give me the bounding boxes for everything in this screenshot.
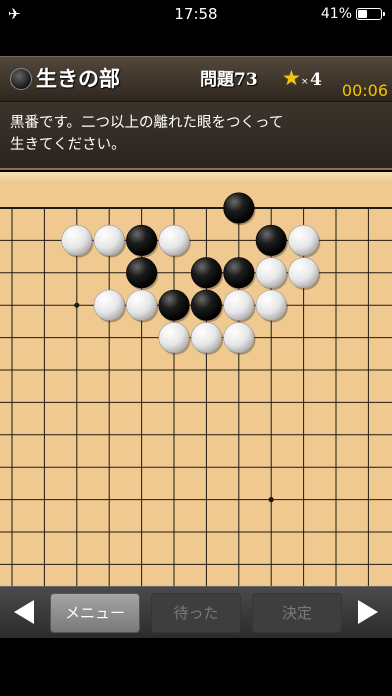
bottom-spacer bbox=[0, 638, 392, 696]
star-multiplier: × bbox=[301, 77, 309, 87]
white-stone bbox=[190, 322, 222, 354]
white-stone bbox=[93, 289, 125, 321]
go-board-grid[interactable] bbox=[0, 172, 392, 586]
status-bar: ✈ 17:58 41% bbox=[0, 0, 392, 28]
white-stone bbox=[158, 224, 190, 256]
battery-icon bbox=[356, 8, 385, 20]
black-stone-icon bbox=[10, 68, 32, 90]
black-stone bbox=[158, 289, 190, 321]
elapsed-timer: 00:06 bbox=[341, 81, 388, 100]
white-stone bbox=[223, 322, 255, 354]
problem-header: 生きの部 問題73 ★ × 4 00:06 bbox=[0, 56, 392, 102]
white-stone bbox=[126, 289, 158, 321]
go-board[interactable] bbox=[0, 172, 392, 586]
white-stone bbox=[288, 257, 320, 289]
triangle-left-icon[interactable] bbox=[14, 600, 34, 624]
triangle-right-icon[interactable] bbox=[358, 600, 378, 624]
bottom-toolbar: メニュー 待った 決定 bbox=[0, 586, 392, 638]
star-point bbox=[74, 302, 80, 308]
menu-button[interactable]: メニュー bbox=[50, 593, 140, 633]
battery-percent: 41% bbox=[320, 6, 352, 22]
black-stone bbox=[126, 224, 158, 256]
problem-number: 問題73 bbox=[200, 70, 258, 90]
white-stone bbox=[93, 224, 125, 256]
undo-button[interactable]: 待った bbox=[151, 593, 241, 633]
white-stone bbox=[255, 257, 287, 289]
white-stone bbox=[288, 224, 320, 256]
black-stone bbox=[255, 224, 287, 256]
section-title: 生きの部 bbox=[36, 66, 120, 91]
instruction-panel: 黒番です。二つ以上の離れた眼をつくって 生きてください。 bbox=[0, 102, 392, 170]
confirm-button[interactable]: 決定 bbox=[252, 593, 342, 633]
white-stone bbox=[223, 289, 255, 321]
battery-indicator: 41% bbox=[320, 5, 385, 23]
white-stone bbox=[255, 289, 287, 321]
black-stone bbox=[126, 257, 158, 289]
white-stone bbox=[158, 322, 190, 354]
black-stone bbox=[223, 257, 255, 289]
instruction-text: 黒番です。二つ以上の離れた眼をつくって 生きてください。 bbox=[10, 115, 284, 153]
star-icon: ★ bbox=[282, 66, 301, 90]
star-count: 4 bbox=[310, 70, 322, 90]
star-point bbox=[268, 497, 274, 503]
black-stone bbox=[190, 289, 222, 321]
black-stone bbox=[190, 257, 222, 289]
white-stone bbox=[61, 224, 93, 256]
black-stone bbox=[223, 192, 255, 224]
